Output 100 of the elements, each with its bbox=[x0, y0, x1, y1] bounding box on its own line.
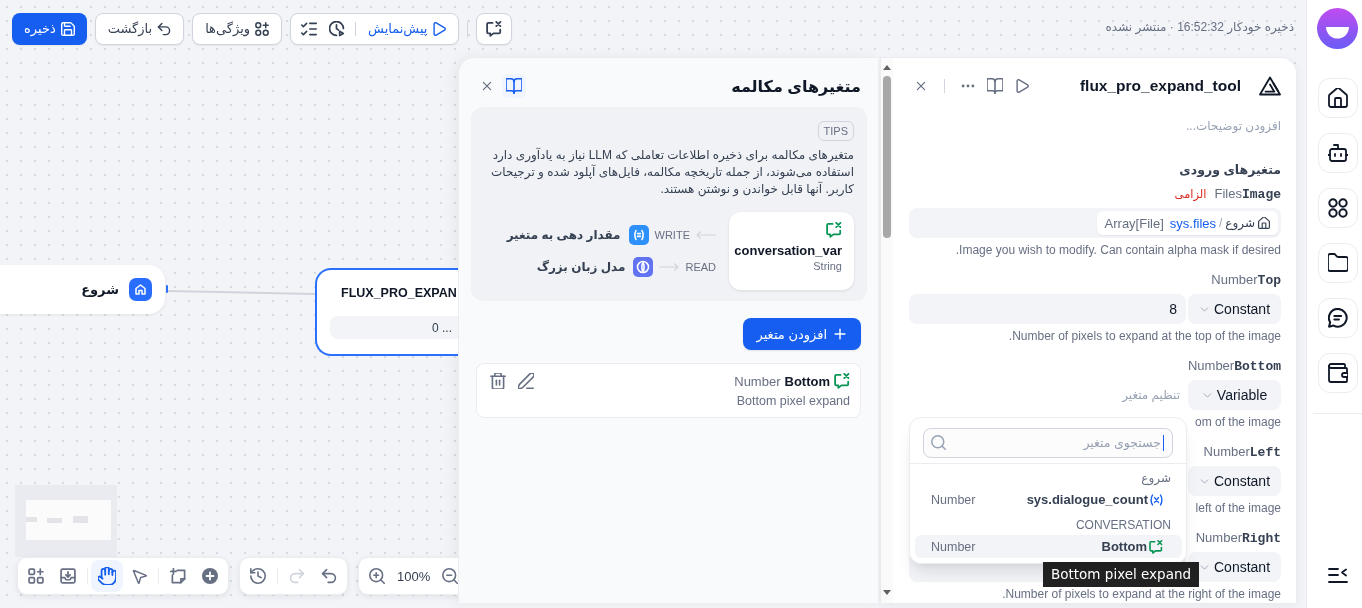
circles-plus-icon bbox=[255, 21, 270, 36]
variable-name: conversation_var bbox=[734, 243, 842, 258]
folder-icon bbox=[1327, 253, 1348, 273]
description-field[interactable]: افزودن توضیحات... bbox=[1177, 119, 1281, 133]
mode-select[interactable]: Constant bbox=[1188, 466, 1281, 496]
tooltip: Bottom pixel expand bbox=[1043, 562, 1200, 587]
triangle-logo-icon bbox=[1259, 76, 1281, 96]
assign-icon bbox=[628, 225, 649, 245]
scrollbar[interactable] bbox=[881, 58, 893, 603]
grid-plus-icon bbox=[28, 568, 44, 584]
clock-play-icon bbox=[329, 20, 346, 37]
field-type: Files bbox=[1214, 186, 1242, 202]
apps-button[interactable] bbox=[1317, 188, 1358, 228]
field-name: Top bbox=[1257, 273, 1281, 289]
zoom-out-icon bbox=[442, 568, 458, 584]
chat-bracket-x-icon bbox=[826, 222, 842, 238]
connection-handle[interactable] bbox=[166, 285, 168, 293]
plus-circle-icon bbox=[202, 568, 218, 584]
variable-field[interactable]: تنظیم متغیر bbox=[1116, 380, 1180, 410]
collapse-sidebar-button[interactable] bbox=[1327, 568, 1348, 583]
features-button[interactable]: ویژگی‌ها bbox=[192, 12, 283, 45]
add-variable-button[interactable]: افزودن متغیر bbox=[742, 318, 861, 350]
field-type: Number bbox=[1195, 530, 1242, 546]
field-name: Right bbox=[1242, 531, 1281, 547]
tips-text: متغیرهای مکالمه برای ذخیره اطلاعات تعاملی که LLM نیاز به یادآوری دارد استفاده می‌شوند، از جمله تاریخچه مکالمه، فایل‌های آپلود شده و ترجیحات کاربر. آنها قابل خواندن و نوشتن هستند. bbox=[490, 147, 854, 198]
scroll-down-icon bbox=[883, 590, 891, 595]
search-icon bbox=[931, 435, 946, 450]
node-title: شروع bbox=[81, 282, 119, 297]
flow-target: مدل زبان بزرگ bbox=[536, 260, 626, 274]
four-circles-icon bbox=[1327, 198, 1348, 218]
home-icon bbox=[1327, 88, 1348, 108]
search-field[interactable]: جستجوی متغیر bbox=[923, 428, 1173, 458]
smile-logo-icon bbox=[1317, 8, 1358, 49]
book-icon bbox=[987, 78, 1003, 94]
home-tile-icon bbox=[129, 278, 152, 301]
start-node[interactable]: شروع bbox=[0, 265, 165, 314]
preview-button[interactable]: پیش‌نمایش bbox=[360, 14, 455, 43]
field-description: Image you wish to modify. Can contain alpha mask if desired. bbox=[955, 242, 1281, 258]
group-title: شروع bbox=[1140, 470, 1172, 485]
variable-type: Number bbox=[734, 373, 781, 389]
field-description: Number of pixels to expand at the right of the image. bbox=[1002, 586, 1281, 602]
flow-label: READ bbox=[685, 261, 716, 273]
hand-tool-button[interactable] bbox=[91, 560, 123, 592]
variable-type: Array[File] bbox=[1104, 215, 1164, 231]
section-title: متغیرهای ورودی bbox=[1179, 162, 1281, 178]
variable-name: sys.dialogue_count bbox=[1026, 492, 1148, 507]
variable-description: Bottom pixel expand bbox=[735, 394, 850, 408]
menu-collapse-icon bbox=[1327, 568, 1348, 583]
home-button[interactable] bbox=[1317, 78, 1358, 118]
checklist-icon bbox=[301, 20, 318, 37]
panel-title: متغیرهای مکالمه bbox=[731, 76, 861, 96]
flow-target: مقدار دهی به متغیر bbox=[506, 228, 621, 242]
delete-button[interactable] bbox=[490, 373, 506, 389]
field-description: om of the image bbox=[1194, 414, 1281, 430]
variable-type: String bbox=[813, 260, 842, 272]
node-title: flux_pro_expand_tool bbox=[1079, 77, 1241, 95]
tips-badge: TIPS bbox=[817, 121, 854, 141]
book-button[interactable] bbox=[502, 74, 526, 98]
save-button[interactable]: ذخیره bbox=[12, 12, 87, 45]
scroll-up-icon bbox=[883, 65, 891, 70]
wallet-button[interactable] bbox=[1317, 353, 1358, 393]
required-label: الزامی bbox=[1174, 187, 1207, 202]
plus-icon bbox=[833, 327, 847, 341]
pencil-icon bbox=[518, 373, 534, 389]
variable-type: Number bbox=[931, 539, 976, 554]
edit-button[interactable] bbox=[518, 373, 534, 389]
bracket-x-icon bbox=[1150, 493, 1163, 506]
field-description: Number of pixels to expand at the top of the image. bbox=[1008, 328, 1281, 344]
variable-option[interactable]: Number sys.dialogue_count bbox=[915, 488, 1182, 511]
book-icon bbox=[506, 78, 522, 94]
scroll-thumb[interactable] bbox=[883, 76, 891, 238]
back-button[interactable]: بازگشت bbox=[94, 12, 185, 45]
field-type: Number bbox=[1203, 444, 1250, 460]
conversation-variables-button[interactable] bbox=[476, 12, 513, 45]
path-separator: / bbox=[1219, 216, 1223, 230]
variable-option[interactable]: Number Bottom bbox=[915, 535, 1182, 558]
mode-select[interactable]: Variable bbox=[1188, 380, 1281, 410]
zoom-level[interactable]: 100% bbox=[393, 560, 435, 592]
home-icon bbox=[1258, 217, 1270, 229]
node-title: FLUX_PRO_EXPAN bbox=[341, 285, 457, 301]
chat-button[interactable] bbox=[1317, 298, 1358, 338]
autosave-status: ذخیره خودکار 16:52:32 · منتشر نشده bbox=[1105, 19, 1294, 34]
chat-bracket-x-icon bbox=[834, 373, 850, 389]
bot-button[interactable] bbox=[1317, 133, 1358, 173]
note-plus-icon bbox=[170, 568, 186, 584]
ring-tile-icon bbox=[633, 257, 654, 277]
field-name: Bottom bbox=[1234, 359, 1281, 375]
number-input[interactable]: 8 bbox=[909, 294, 1186, 324]
play-icon bbox=[1015, 79, 1029, 93]
hand-icon bbox=[98, 567, 116, 585]
undo-arrow-icon bbox=[321, 568, 337, 584]
field-name: Left bbox=[1249, 445, 1281, 461]
trash-icon bbox=[490, 373, 506, 389]
folder-button[interactable] bbox=[1317, 243, 1358, 283]
group-title: CONVERSATION bbox=[1074, 517, 1172, 532]
tool-node[interactable]: FLUX_PRO_EXPAN 0 ... bbox=[315, 268, 458, 356]
cursor-arrow-icon bbox=[131, 568, 147, 584]
mode-select[interactable]: Constant bbox=[1188, 294, 1281, 324]
close-icon bbox=[915, 80, 927, 92]
node-name: شروع bbox=[1225, 216, 1255, 230]
